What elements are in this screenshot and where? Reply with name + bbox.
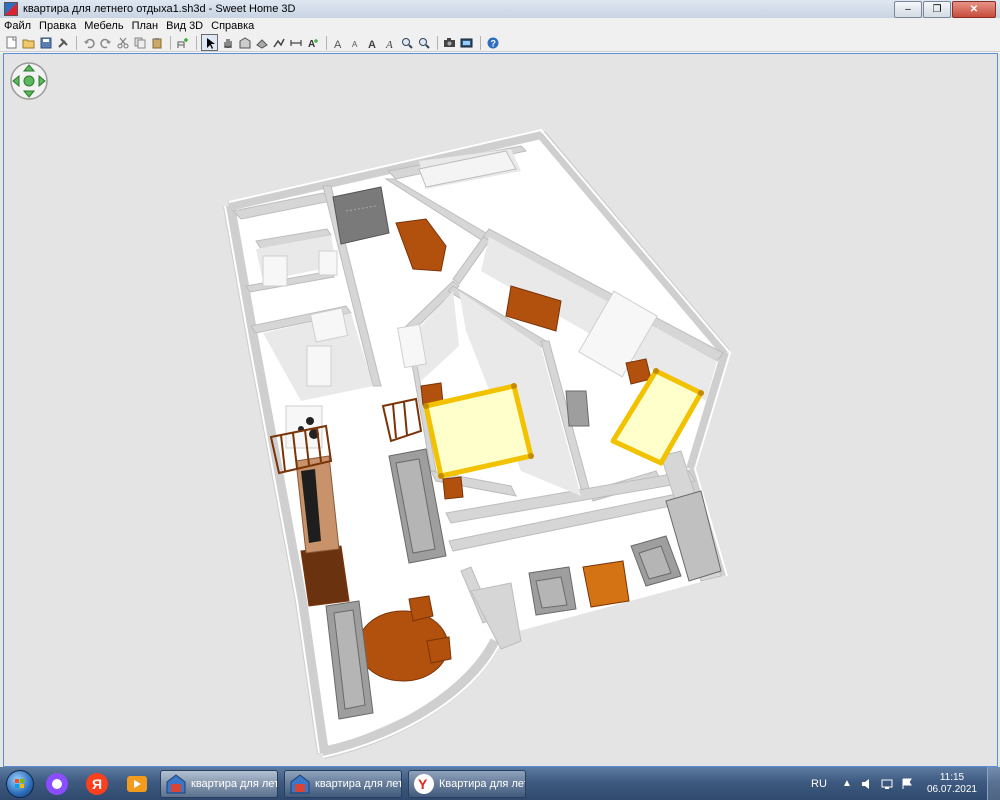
tray-expand-icon[interactable]: ▲ [841,778,853,790]
decrease-text-icon[interactable]: A [348,35,363,50]
3d-scene [10,62,732,759]
coffee-table [582,560,630,608]
menu-file[interactable]: Файл [0,20,35,32]
minimize-button[interactable]: – [894,1,922,18]
italic-text-icon[interactable]: A [382,35,397,50]
taskbar-button-yandex-browser[interactable]: Y Квартира для лет... [408,769,526,798]
toolbar-separator [76,35,77,50]
menu-edit[interactable]: Правка [35,20,80,32]
create-polylines-icon[interactable] [271,35,286,50]
stove-burner [306,417,314,425]
media-player-icon[interactable] [120,769,154,799]
svg-text:A: A [352,40,358,49]
toolbar-separator [437,35,438,50]
sweet-home-3d-icon [166,773,186,793]
sink [262,255,288,287]
svg-text:A: A [334,39,342,49]
yandex-browser-icon: Y [414,773,434,794]
menu-plan[interactable]: План [128,20,163,32]
network-icon[interactable] [881,778,893,790]
create-labels-icon[interactable]: A [305,35,320,50]
volume-icon[interactable] [861,778,873,790]
help-icon[interactable]: ? [485,35,500,50]
create-dimensions-icon[interactable] [288,35,303,50]
svg-text:?: ? [490,38,496,48]
toolbar-separator [170,35,171,50]
toolbar-separator [326,35,327,50]
sweet-home-3d-icon [290,773,310,793]
clock[interactable]: 11:15 06.07.2021 [927,772,977,796]
zoom-out-icon[interactable] [416,35,431,50]
windows-logo-icon [6,769,34,798]
window-title: квартира для летнего отдыха1.sh3d - Swee… [23,3,296,15]
open-icon[interactable] [21,35,36,50]
menu-bar: Файл Правка Мебель План Вид 3D Справка [0,18,1000,34]
language-indicator[interactable]: RU [811,778,827,790]
start-button[interactable] [0,767,40,800]
create-video-icon[interactable] [459,35,474,50]
bold-text-icon[interactable]: A [365,35,380,50]
select-mode-icon[interactable] [201,34,218,51]
copy-icon[interactable] [132,35,147,50]
alice-assistant-icon[interactable] [40,769,74,799]
system-tray: RU ▲ 11:15 06.07.2021 [811,767,1000,800]
svg-text:Y: Y [418,776,428,792]
toolbar-separator [196,35,197,50]
svg-text:A: A [385,39,393,49]
side-chair [565,390,590,427]
taskbar-button-sweethome-1[interactable]: квартира для лет... [160,769,278,798]
clock-time: 11:15 [939,771,965,783]
nightstand [625,358,652,385]
create-walls-icon[interactable] [237,35,252,50]
maximize-button[interactable]: ❐ [923,1,951,18]
increase-text-icon[interactable]: A [331,35,346,50]
nightstand [442,476,464,500]
menu-furniture[interactable]: Мебель [80,20,127,32]
action-center-flag-icon[interactable] [901,778,913,790]
redo-icon[interactable] [98,35,113,50]
add-furniture-icon[interactable] [175,35,190,50]
taskbar: Я квартира для лет... квартира для лет..… [0,767,1000,800]
zoom-in-icon[interactable] [399,35,414,50]
3d-view[interactable] [3,53,998,767]
clock-date: 06.07.2021 [926,783,977,795]
app-icon [4,2,18,16]
taskbar-button-label: квартира для лет... [191,777,278,790]
close-button[interactable]: ✕ [952,1,996,18]
menu-3d-view[interactable]: Вид 3D [162,20,207,32]
taskbar-button-label: квартира для лет... [315,777,402,790]
create-photo-icon[interactable] [442,35,457,50]
show-desktop-button[interactable] [987,767,1000,800]
cut-icon[interactable] [115,35,130,50]
taskbar-button-label: Квартира для лет... [439,777,526,790]
menu-help[interactable]: Справка [207,20,258,32]
save-icon[interactable] [38,35,53,50]
toolbar-separator [480,35,481,50]
pan-mode-icon[interactable] [220,35,235,50]
toilet [318,250,338,276]
navigation-arrows-icon[interactable] [10,62,48,100]
new-home-icon[interactable] [4,35,19,50]
chair [426,636,452,664]
chair [408,595,434,622]
svg-text:A: A [368,39,376,49]
svg-text:Я: Я [92,776,102,792]
preferences-icon[interactable] [55,35,70,50]
create-rooms-icon[interactable] [254,35,269,50]
taskbar-button-sweethome-2[interactable]: квартира для лет... [284,769,402,798]
toolbar: A A A A A ? [0,34,1000,52]
undo-icon[interactable] [81,35,96,50]
title-bar: квартира для летнего отдыха1.sh3d - Swee… [0,0,1000,19]
cabinet [300,545,350,607]
yandex-icon[interactable]: Я [80,769,114,799]
paste-icon[interactable] [149,35,164,50]
